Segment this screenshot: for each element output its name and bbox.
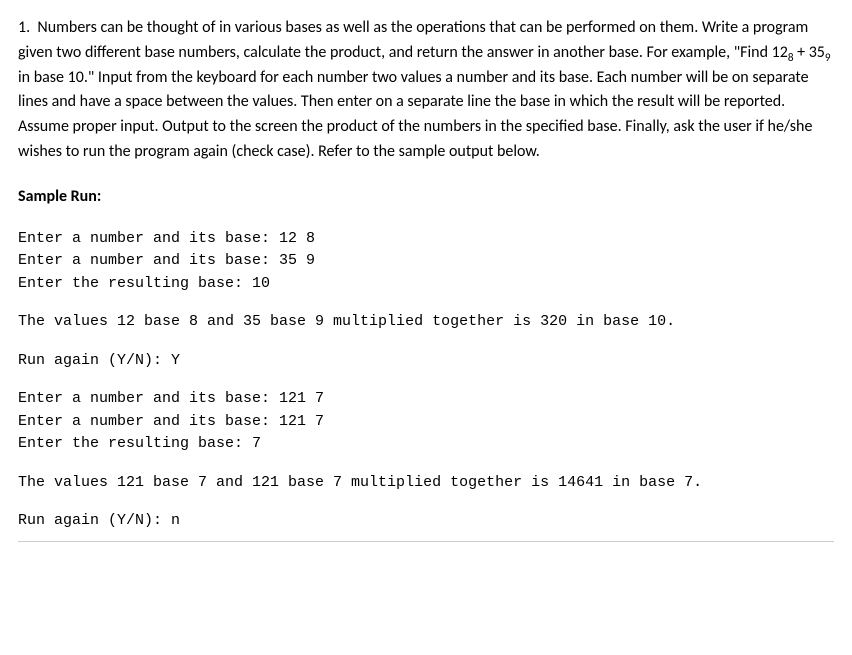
sample-run-2-result: The values 121 base 7 and 121 base 7 mul… [18,472,834,495]
question-number: 1. [18,18,30,37]
sample-run-2-again: Run again (Y/N): n [18,510,834,533]
question-body-part3: in base 10." Input from the keyboard for… [18,68,812,161]
question-body-part2: + 35 [793,43,824,62]
question-body-part1: Numbers can be thought of in various bas… [18,18,808,62]
sample-run-1-input: Enter a number and its base: 12 8 Enter … [18,228,834,296]
sample-run-1-result: The values 12 base 8 and 35 base 9 multi… [18,311,834,334]
sample-run-heading: Sample Run: [18,185,834,210]
bottom-divider [18,541,834,542]
sample-run-2-input: Enter a number and its base: 121 7 Enter… [18,388,834,456]
sample-run-1-again: Run again (Y/N): Y [18,350,834,373]
question-text: 1. Numbers can be thought of in various … [18,16,834,165]
subscript-2: 9 [825,51,831,65]
